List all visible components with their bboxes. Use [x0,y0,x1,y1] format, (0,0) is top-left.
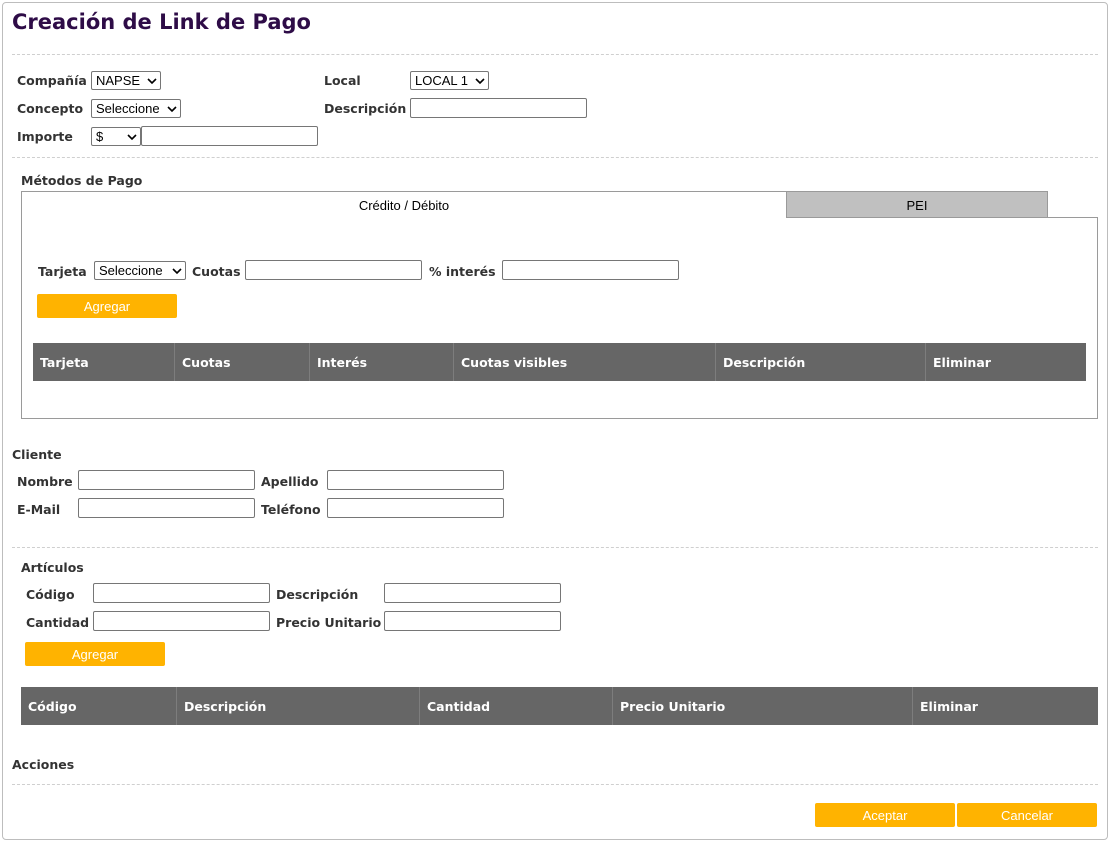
interes-label: % interés [429,264,496,279]
aceptar-button[interactable]: Aceptar [815,803,955,827]
telefono-label: Teléfono [261,502,321,517]
chevron-down-icon [475,77,485,84]
tab-pei-label: PEI [906,197,928,213]
codigo-label: Código [26,587,75,602]
precio-unitario-input[interactable] [384,611,561,631]
chevron-down-icon [147,77,157,84]
cuotas-input[interactable] [245,260,422,280]
importe-label: Importe [17,129,73,144]
interes-input[interactable] [502,260,679,280]
chevron-down-icon [172,267,182,274]
currency-select[interactable]: $ [91,127,141,146]
descripcion-input[interactable] [410,98,587,118]
concepto-select[interactable]: Seleccione [91,99,181,118]
tab-credito-debito[interactable]: Crédito / Débito [21,191,786,219]
articulos-heading: Artículos [21,560,84,575]
acciones-divider [12,784,1098,785]
form-divider [12,157,1098,158]
importe-input[interactable] [141,126,318,146]
cliente-heading: Cliente [12,447,62,462]
articulos-table-header: Código Descripción Cantidad Precio Unita… [21,687,1098,725]
tarjeta-select-value: Seleccione [99,263,163,278]
col-descripcion: Descripción [716,343,926,381]
email-label: E-Mail [17,502,61,517]
telefono-input[interactable] [327,498,504,518]
col-cuotas-visibles: Cuotas visibles [454,343,716,381]
descripcion-label: Descripción [324,101,407,116]
acciones-heading: Acciones [12,757,75,772]
local-select-value: LOCAL 1 [415,73,468,88]
col-cantidad: Cantidad [420,687,613,725]
compania-label: Compañía [17,73,87,88]
cliente-divider [12,547,1098,548]
col-eliminar: Eliminar [933,354,991,370]
email-input[interactable] [78,498,255,518]
compania-select[interactable]: NAPSE [91,71,161,90]
col-articulo-descripcion: Descripción [177,687,420,725]
articulo-descripcion-input[interactable] [384,583,561,603]
apellido-label: Apellido [261,474,319,489]
tab-pei[interactable]: PEI [786,191,1048,218]
tab-baseline [786,217,1098,218]
currency-select-value: $ [96,129,104,144]
apellido-input[interactable] [327,470,504,490]
local-label: Local [324,73,361,88]
concepto-label: Concepto [17,101,84,116]
page-title: Creación de Link de Pago [12,10,311,34]
col-cuotas: Cuotas [175,343,310,381]
compania-select-value: NAPSE [96,73,141,88]
tarjeta-label: Tarjeta [38,264,87,279]
agregar-articulo-button[interactable]: Agregar [25,642,165,666]
metodos-pago-heading: Métodos de Pago [21,173,143,188]
tarjeta-select[interactable]: Seleccione [94,261,186,280]
chevron-down-icon [127,133,137,140]
col-interes: Interés [310,343,454,381]
metodos-table-header: Tarjeta Cuotas Interés Cuotas visibles D… [33,343,1086,381]
chevron-down-icon [167,105,177,112]
payment-tab-panel [21,217,1098,419]
col-precio-unitario: Precio Unitario [613,687,913,725]
cancelar-button[interactable]: Cancelar [957,803,1097,827]
nombre-input[interactable] [78,470,255,490]
precio-unitario-label: Precio Unitario [276,615,382,630]
cuotas-label: Cuotas [192,264,241,279]
articulo-descripcion-label: Descripción [276,587,359,602]
col-tarjeta: Tarjeta [33,343,175,381]
tab-credito-debito-label: Crédito / Débito [358,198,450,213]
local-select[interactable]: LOCAL 1 [410,71,489,90]
title-divider [12,54,1098,55]
codigo-input[interactable] [93,583,270,603]
col-articulo-eliminar: Eliminar [920,698,978,714]
cantidad-label: Cantidad [26,615,90,630]
col-codigo: Código [21,687,177,725]
concepto-select-value: Seleccione [96,101,160,116]
agregar-metodo-button[interactable]: Agregar [37,294,177,318]
cantidad-input[interactable] [93,611,270,631]
nombre-label: Nombre [17,474,73,489]
